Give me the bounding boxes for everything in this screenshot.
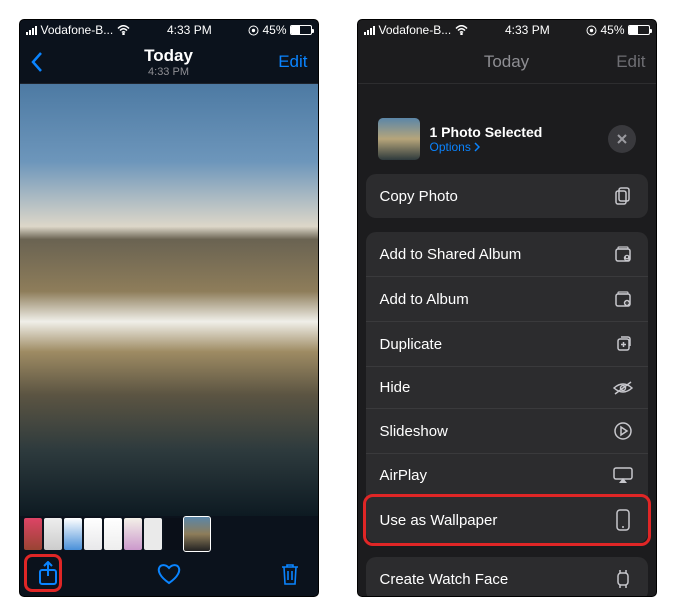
watch-face-icon [612, 569, 634, 589]
action-add-album[interactable]: Add to Album [366, 277, 648, 322]
thumbnail[interactable] [44, 518, 62, 550]
photo-image [20, 84, 318, 516]
wifi-icon [117, 25, 130, 35]
status-time: 4:33 PM [505, 23, 550, 37]
edit-button[interactable]: Edit [264, 52, 308, 72]
nav-title: Today [74, 46, 264, 66]
selected-photo-thumb [378, 118, 420, 160]
action-airplay[interactable]: AirPlay [366, 454, 648, 497]
thumbnail[interactable] [104, 518, 122, 550]
share-actions: Copy Photo Add to Shared Album Add to Al… [366, 174, 648, 596]
edit-button-dimmed: Edit [602, 52, 646, 72]
thumbnail[interactable] [84, 518, 102, 550]
nav-bar-dimmed: Today Edit [358, 40, 656, 84]
add-album-icon [612, 289, 634, 309]
status-bar: Vodafone-B... 4:33 PM 45% [358, 20, 656, 40]
airplay-icon [612, 466, 634, 484]
carrier-label: Vodafone-B... [41, 23, 114, 37]
thumbnail-strip[interactable] [24, 516, 314, 552]
trash-button[interactable] [276, 560, 304, 588]
location-icon [586, 25, 597, 36]
battery-pct: 45% [262, 23, 286, 37]
action-use-as-wallpaper[interactable]: Use as Wallpaper [366, 497, 648, 543]
action-duplicate[interactable]: Duplicate [366, 322, 648, 367]
carrier-label: Vodafone-B... [379, 23, 452, 37]
action-copy-photo[interactable]: Copy Photo [366, 174, 648, 218]
action-slideshow[interactable]: Slideshow [366, 409, 648, 454]
wallpaper-icon [612, 509, 634, 531]
chevron-right-icon [474, 142, 480, 152]
photo-viewport[interactable] [20, 84, 318, 516]
hide-icon [612, 380, 634, 396]
thumbnail[interactable] [164, 518, 182, 550]
wifi-icon [455, 25, 468, 35]
duplicate-icon [612, 334, 634, 354]
thumbnail[interactable] [64, 518, 82, 550]
cellular-signal-icon [26, 26, 37, 35]
action-add-shared-album[interactable]: Add to Shared Album [366, 232, 648, 277]
copy-icon [612, 186, 634, 206]
close-icon [616, 133, 628, 145]
close-button[interactable] [608, 125, 636, 153]
nav-title: Today [412, 52, 602, 72]
action-create-watch-face[interactable]: Create Watch Face [366, 557, 648, 596]
location-icon [248, 25, 259, 36]
battery-pct: 45% [600, 23, 624, 37]
photos-app-share-sheet: Vodafone-B... 4:33 PM 45% Today Edit 1 P… [358, 20, 656, 596]
share-sheet-header: 1 Photo Selected Options [366, 108, 648, 174]
thumbnail[interactable] [24, 518, 42, 550]
nav-subtitle: 4:33 PM [74, 66, 264, 78]
nav-bar: Today 4:33 PM Edit [20, 40, 318, 84]
shared-album-icon [612, 244, 634, 264]
back-button[interactable] [30, 51, 74, 73]
battery-icon [290, 25, 312, 35]
selected-count: 1 Photo Selected [430, 124, 608, 140]
photos-app-photo-view: Vodafone-B... 4:33 PM 45% Today 4:33 PM … [20, 20, 318, 596]
status-bar: Vodafone-B... 4:33 PM 45% [20, 20, 318, 40]
options-button[interactable]: Options [430, 140, 608, 154]
thumbnail[interactable] [144, 518, 162, 550]
cellular-signal-icon [364, 26, 375, 35]
battery-icon [628, 25, 650, 35]
favorite-button[interactable] [155, 560, 183, 588]
share-button[interactable] [34, 560, 62, 588]
thumbnail-selected[interactable] [184, 517, 210, 551]
status-time: 4:33 PM [167, 23, 212, 37]
slideshow-icon [612, 421, 634, 441]
share-sheet: 1 Photo Selected Options Copy Photo [366, 108, 648, 596]
thumbnail[interactable] [124, 518, 142, 550]
bottom-toolbar [20, 552, 318, 596]
action-hide[interactable]: Hide [366, 367, 648, 409]
